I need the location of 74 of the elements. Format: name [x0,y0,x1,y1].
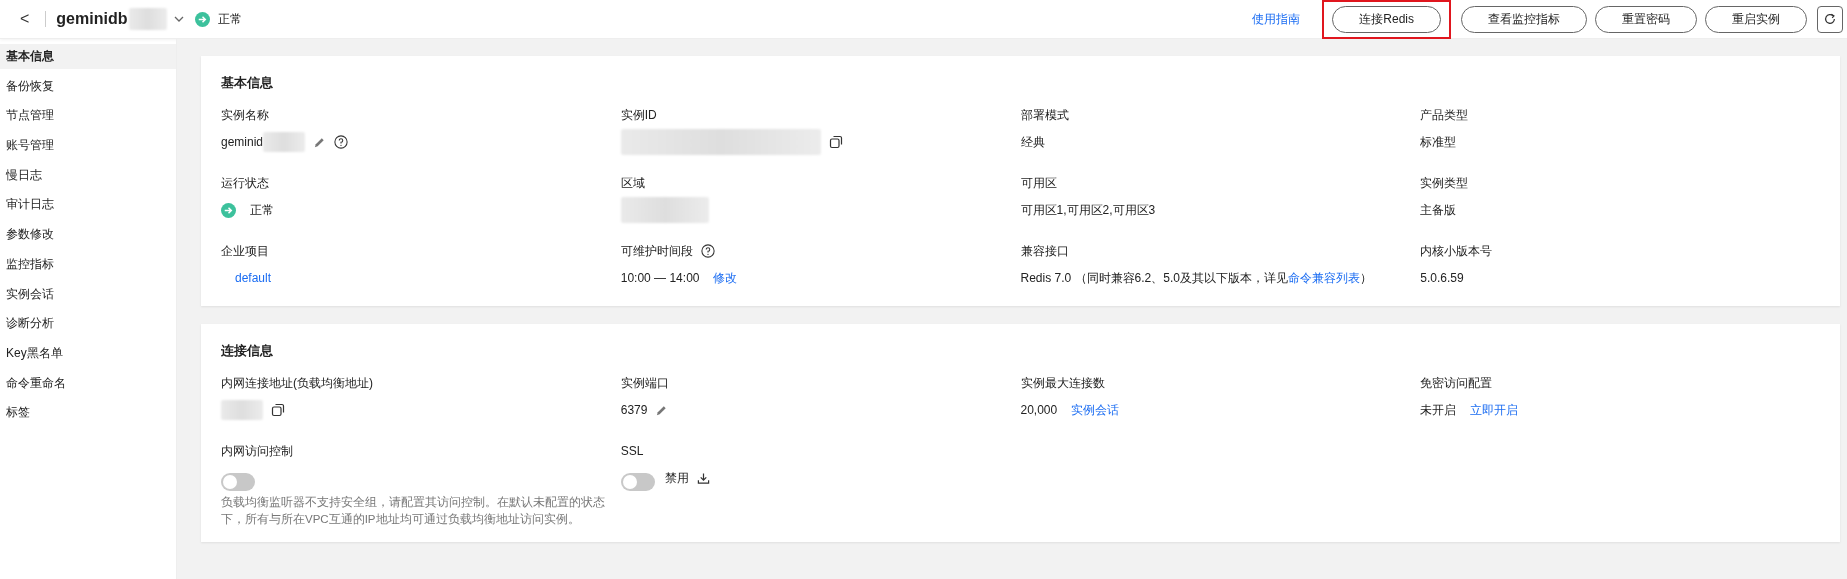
field-label: 实例类型 [1420,174,1469,192]
copy-icon[interactable] [828,135,843,149]
field-value: 正常 [250,201,274,219]
field-value: 主备版 [1420,201,1457,219]
field-label: 运行状态 [221,174,269,192]
redacted-block [221,400,263,420]
field-label: 实例ID [620,106,657,124]
action-button[interactable]: 连接Redis [1332,5,1441,33]
sidebar-item[interactable]: 命令重命名 [0,370,176,396]
field-value: 20,000 [1020,403,1058,417]
toggle-switch[interactable] [221,473,255,491]
sidebar-item[interactable]: 审计日志 [0,192,176,218]
field-label: 实例端口 [620,374,669,392]
help-icon[interactable] [334,135,349,149]
field-label: 产品类型 [1420,106,1469,124]
action-button[interactable]: 重启实例 [1705,5,1807,33]
compat-list-link[interactable]: 命令兼容列表 [1287,270,1360,285]
field-value: 可用区1,可用区2,可用区3 [1020,201,1156,219]
sidebar-item[interactable]: 备份恢复 [0,73,176,99]
field-label: 内核小版本号 [1420,242,1493,260]
refresh-button[interactable] [1817,5,1843,33]
field-label: 兼容接口 [1020,242,1069,260]
sidebar-item[interactable]: 节点管理 [0,103,176,129]
field-value: 经典 [1020,133,1045,151]
action-button[interactable]: 查看监控指标 [1461,5,1587,33]
guide-link[interactable]: 使用指南 [1252,10,1301,28]
field-label: 免密访问配置 [1420,374,1493,392]
section-title: 连接信息 [221,342,274,360]
field-value: 6379 [620,403,648,417]
field-label: 可用区 [1020,174,1057,192]
field-link[interactable]: 修改 [713,269,738,287]
section-title: 基本信息 [221,74,274,92]
sidebar-item[interactable]: 基本信息 [0,44,176,69]
field-label: 区域 [620,174,645,192]
status-icon [221,202,236,218]
sidebar-item[interactable]: Key黑名单 [0,340,176,366]
field-label: 内网访问控制 [221,442,293,460]
sidebar-item[interactable]: 账号管理 [0,133,176,159]
refresh-icon[interactable] [1823,12,1837,26]
field-label: 部署模式 [1020,106,1069,124]
redacted-block [263,132,306,152]
download-icon[interactable] [696,471,710,485]
field-label: 实例名称 [221,106,269,124]
redacted-block [129,8,168,30]
field-label: 实例最大连接数 [1020,374,1105,392]
status-icon [195,11,211,27]
field-value: geminid [221,135,264,149]
instance-title: geminidb [56,10,128,28]
sidebar-item[interactable]: 慢日志 [0,162,176,188]
sidebar-item[interactable]: 标签 [0,400,176,426]
action-button[interactable]: 重置密码 [1595,5,1697,33]
copy-icon[interactable] [271,403,285,417]
sidebar-item[interactable]: 监控指标 [0,251,176,277]
back-button[interactable]: < [14,10,36,28]
field-link[interactable]: 立即开启 [1470,401,1519,419]
field-value: 禁用 [664,469,689,487]
sidebar-item[interactable]: 诊断分析 [0,311,176,337]
help-icon[interactable] [700,244,715,258]
sidebar-item[interactable]: 实例会话 [0,281,176,307]
field-value: 未开启 [1420,401,1457,419]
field-label: 内网连接地址(负载均衡地址) [221,374,373,392]
field-label: 企业项目 [221,242,269,260]
toggle-switch[interactable] [620,473,655,491]
field-label: SSL [620,444,644,458]
field-value: 标准型 [1420,133,1457,151]
sidebar-item[interactable]: 参数修改 [0,222,176,248]
status-text: 正常 [218,10,243,28]
field-link[interactable]: default [235,271,272,285]
field-value: 10:00 — 14:00 [620,271,700,285]
hint-text: 负载均衡监听器不支持安全组，请配置其访问控制。在默认未配置的状态下，所有与所在VPC互通的IP地址均可通过负载均衡地址访问实例。 [221,495,606,527]
field-link[interactable]: 实例会话 [1071,401,1120,419]
compat-text: Redis 7.0 （同时兼容6.2、5.0及其以下版本，详见命令兼容列表） [1020,269,1372,287]
field-label: 可维护时间段 [620,242,693,260]
field-value: 5.0.6.59 [1420,271,1464,285]
